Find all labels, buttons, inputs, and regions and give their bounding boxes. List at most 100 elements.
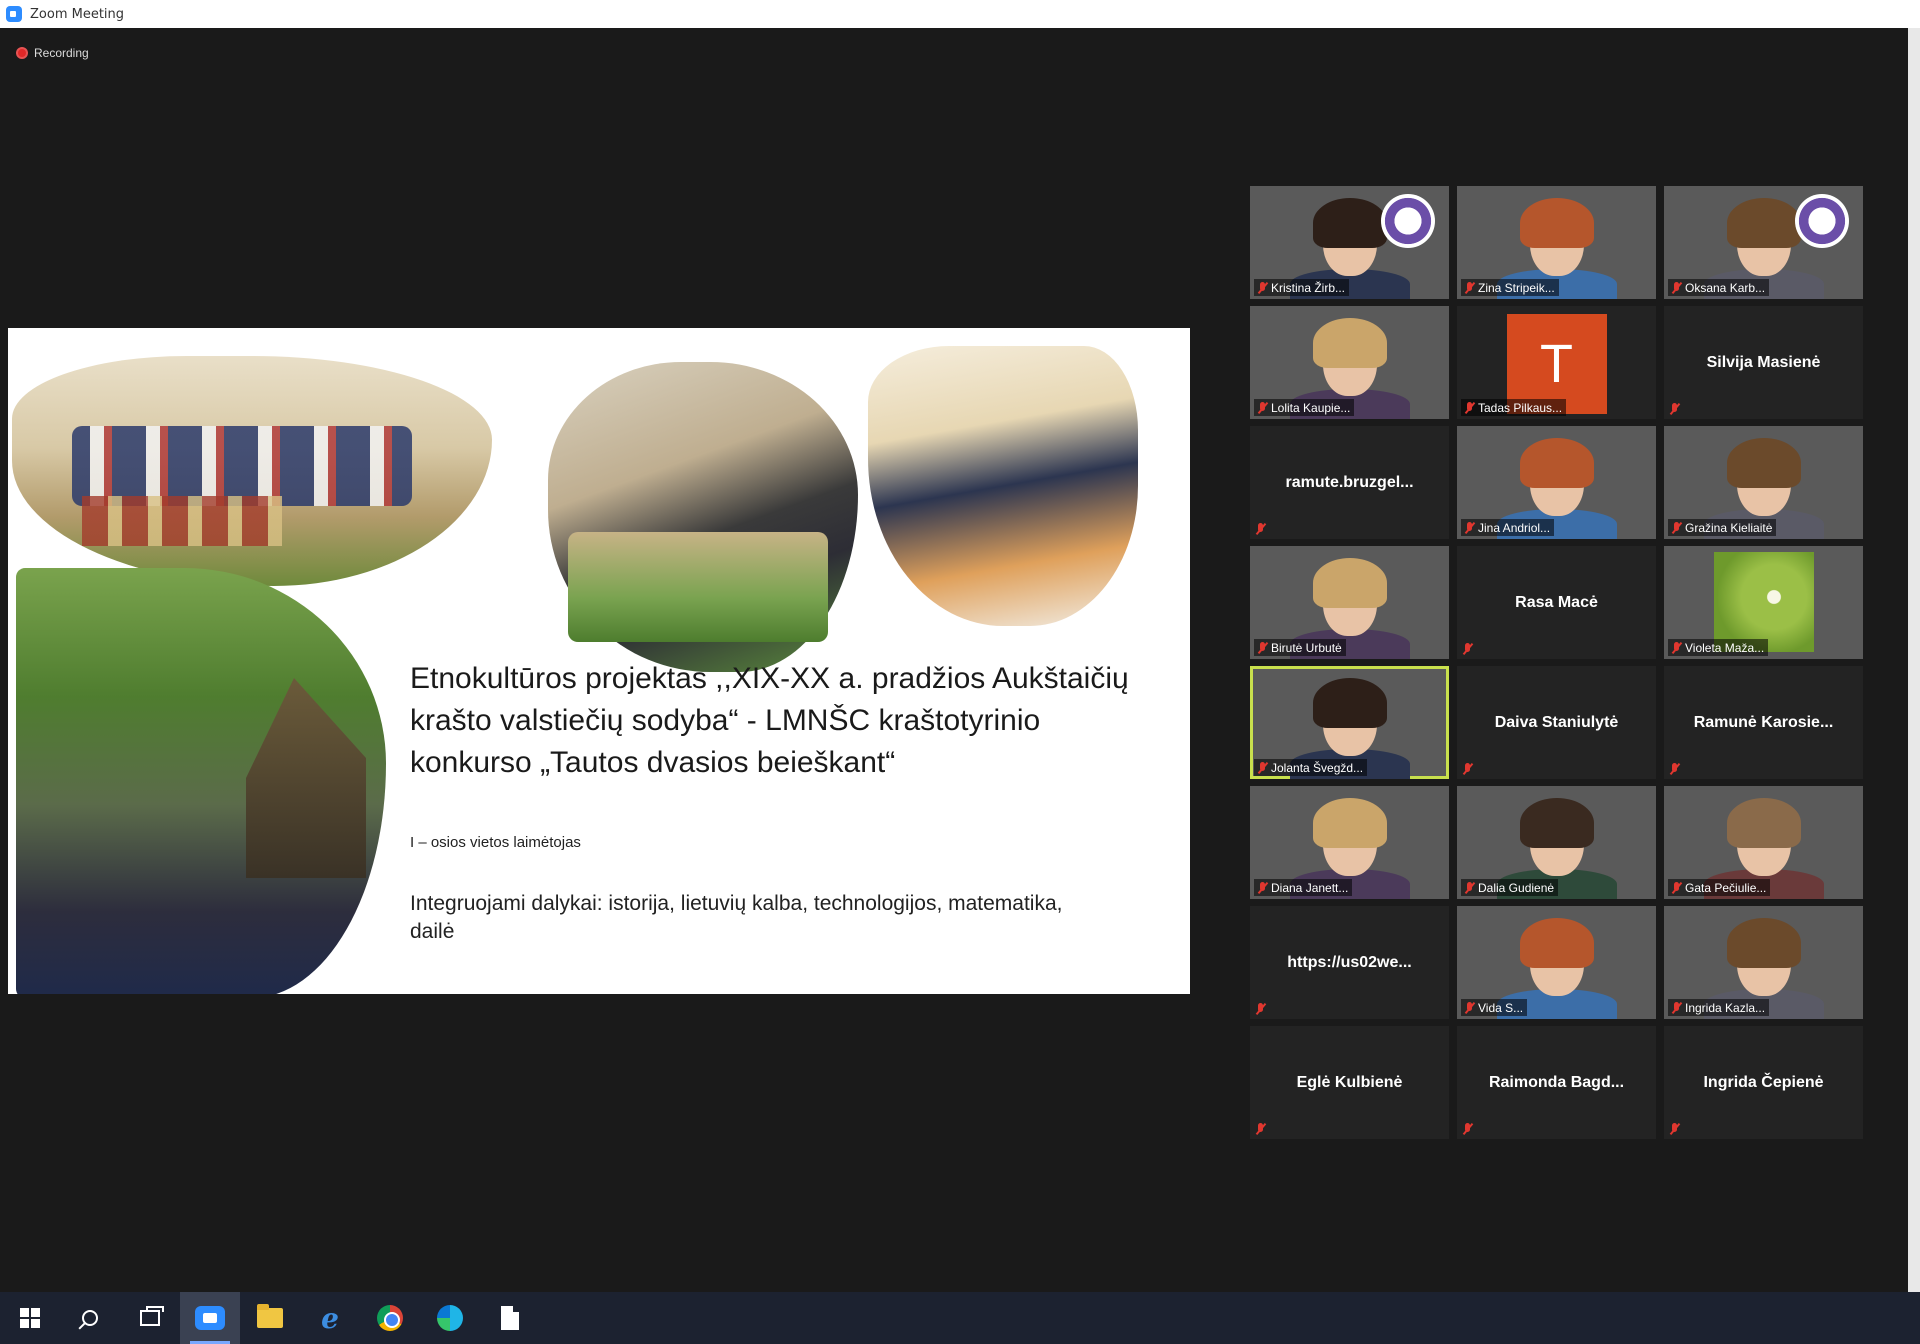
participant-tile[interactable]: Birutė Urbutė (1250, 546, 1449, 659)
participant-name: Ingrida Čepienė (1703, 1073, 1824, 1091)
slide-integrated-subjects: Integruojami dalykai: istorija, lietuvių… (410, 892, 1063, 943)
participant-video (1312, 798, 1387, 876)
participant-tile[interactable]: Lolita Kaupie... (1250, 306, 1449, 419)
participant-name: Kristina Žirb... (1271, 280, 1346, 295)
window-title: Zoom Meeting (30, 6, 125, 22)
photo-homestead-visit (16, 568, 386, 994)
taskbar-button[interactable] (0, 1292, 60, 1344)
photo-students-writing (868, 346, 1138, 626)
file-explorer-icon (257, 1304, 283, 1328)
participant-tile[interactable]: Rasa Macė (1457, 546, 1656, 659)
participant-name: Raimonda Bagd... (1488, 1073, 1625, 1091)
participant-name: Daiva Staniulytė (1494, 713, 1619, 731)
participant-tile[interactable]: Jolanta Švegžd... (1250, 666, 1449, 779)
mic-muted-icon (1463, 1123, 1472, 1135)
participant-video (1726, 198, 1801, 276)
participant-name: Oksana Karb... (1685, 280, 1766, 295)
windows-taskbar: e (0, 1292, 1920, 1344)
participant-tile[interactable]: Silvija Masienė (1664, 306, 1863, 419)
participant-tile[interactable]: Raimonda Bagd... (1457, 1026, 1656, 1139)
participant-name-tag: Gražina Kieliaitė (1668, 519, 1777, 536)
participant-name: Lolita Kaupie... (1271, 400, 1351, 415)
participant-tile[interactable]: Jina Andriol... (1457, 426, 1656, 539)
slide-subtitle: I – osios vietos laimėtojas (410, 834, 581, 851)
participant-name: Vida S... (1478, 1000, 1524, 1015)
taskbar-button[interactable]: e (300, 1292, 360, 1344)
participant-video (1519, 198, 1594, 276)
mic-muted-icon (1463, 643, 1472, 655)
edge-icon (437, 1305, 463, 1331)
participant-tile[interactable]: ramute.bruzgel... (1250, 426, 1449, 539)
recording-icon (16, 47, 28, 59)
participant-gallery: Kristina Žirb... Zina Stripeik... Oksana K… (1250, 186, 1863, 1139)
internet-explorer-icon: e (321, 1301, 339, 1335)
participant-tile[interactable]: Ramunė Karosie... (1664, 666, 1863, 779)
mic-muted-icon (1258, 761, 1267, 774)
participant-tile[interactable]: Gražina Kieliaitė (1664, 426, 1863, 539)
taskbar-button[interactable] (180, 1292, 240, 1344)
participant-tile[interactable]: Eglė Kulbienė (1250, 1026, 1449, 1139)
participant-name: Silvija Masienė (1706, 353, 1821, 371)
participant-video (1312, 318, 1387, 396)
participant-name-tag: Jolanta Švegžd... (1254, 759, 1368, 776)
participant-video (1726, 798, 1801, 876)
participant-video (1519, 438, 1594, 516)
taskbar-button[interactable] (240, 1292, 300, 1344)
taskbar-button[interactable] (360, 1292, 420, 1344)
participant-tile[interactable]: Vida S... (1457, 906, 1656, 1019)
photo-costumed-students (12, 356, 492, 586)
taskbar-button[interactable] (120, 1292, 180, 1344)
zoom-app-icon (195, 1306, 225, 1330)
participant-tile[interactable]: Zina Stripeik... (1457, 186, 1656, 299)
window-scrollbar[interactable] (1908, 28, 1920, 1292)
shared-screen-slide: Etnokultūros projektas ,,XIX-XX a. pradž… (8, 328, 1190, 994)
mic-muted-icon (1463, 763, 1472, 775)
document-icon (501, 1306, 519, 1330)
participant-tile[interactable]: Ingrida Čepienė (1664, 1026, 1863, 1139)
participant-tile[interactable]: https://us02we... (1250, 906, 1449, 1019)
participant-name: Gražina Kieliaitė (1685, 520, 1773, 535)
participant-tile[interactable]: Violeta Maža... (1664, 546, 1863, 659)
participant-tile[interactable]: Dalia Gudienė (1457, 786, 1656, 899)
zoom-logo-icon (6, 6, 22, 22)
participant-tile[interactable]: Ingrida Kazla... (1664, 906, 1863, 1019)
participant-name: Rasa Macė (1515, 593, 1598, 611)
mic-muted-icon (1672, 881, 1681, 894)
participant-video (1312, 558, 1387, 636)
participant-tile[interactable]: Daiva Staniulytė (1457, 666, 1656, 779)
participant-name: Eglė Kulbienė (1296, 1073, 1403, 1091)
mic-muted-icon (1258, 281, 1267, 294)
participant-video (1726, 438, 1801, 516)
participant-name: https://us02we... (1287, 953, 1412, 971)
taskbar-button[interactable] (480, 1292, 540, 1344)
participant-tile[interactable]: Diana Janett... (1250, 786, 1449, 899)
windows-start-icon (20, 1308, 40, 1328)
mic-muted-icon (1672, 641, 1681, 654)
slide-title: Etnokultūros projektas ,,XIX-XX a. pradž… (410, 662, 1129, 779)
participant-name: Zina Stripeik... (1478, 280, 1555, 295)
window-titlebar: Zoom Meeting (0, 0, 1920, 28)
participant-tile[interactable]: T Tadas Pilkaus... (1457, 306, 1656, 419)
recording-label: Recording (34, 46, 89, 60)
participant-name-tag: Tadas Pilkaus... (1461, 399, 1567, 416)
participant-tile[interactable]: Oksana Karb... (1664, 186, 1863, 299)
mic-muted-icon (1256, 1123, 1265, 1135)
search-icon (82, 1310, 98, 1326)
participant-tile[interactable]: Gata Pečiulie... (1664, 786, 1863, 899)
mic-muted-icon (1465, 881, 1474, 894)
participant-name: Diana Janett... (1271, 880, 1349, 895)
participant-tile[interactable]: Kristina Žirb... (1250, 186, 1449, 299)
task-view-icon (140, 1306, 164, 1326)
participant-name-tag: Birutė Urbutė (1254, 639, 1346, 656)
taskbar-button[interactable] (420, 1292, 480, 1344)
participant-name: Tadas Pilkaus... (1478, 400, 1563, 415)
recording-indicator[interactable]: Recording (16, 46, 89, 60)
chrome-icon (377, 1305, 403, 1331)
participant-name-tag: Kristina Žirb... (1254, 279, 1350, 296)
taskbar-button[interactable] (60, 1292, 120, 1344)
mic-muted-icon (1258, 641, 1267, 654)
mic-muted-icon (1256, 1003, 1265, 1015)
participant-name: Jolanta Švegžd... (1271, 760, 1364, 775)
mic-muted-icon (1465, 401, 1474, 414)
mic-muted-icon (1670, 763, 1679, 775)
